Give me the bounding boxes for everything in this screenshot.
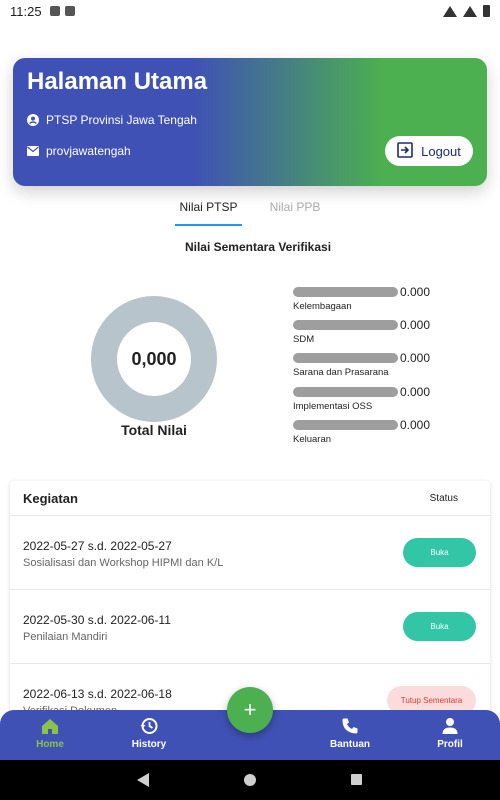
home-circle-icon[interactable] [244, 774, 256, 786]
tab-nilai-ppb[interactable]: Nilai PPB [262, 196, 328, 226]
org-name: PTSP Provinsi Jawa Tengah [46, 113, 197, 127]
metric-bar [293, 420, 398, 430]
username: provjawatengah [46, 144, 131, 158]
logout-label: Logout [421, 143, 461, 159]
history-icon [140, 718, 158, 734]
notification-icon [49, 6, 60, 16]
metric-label: Sarana dan Prasarana [293, 367, 389, 378]
metric-keluaran: 0.000 Keluaran [293, 418, 453, 445]
metric-value: 0.000 [400, 351, 431, 365]
status-column-header: Status [429, 492, 458, 504]
nav-label: Bantuan [330, 739, 370, 750]
system-nav-bar [0, 760, 500, 800]
activity-row[interactable]: 2022-05-27 s.d. 2022-05-27 Sosialisasi d… [10, 516, 490, 590]
wifi-icon [443, 5, 457, 17]
battery-icon [483, 5, 490, 17]
nav-item-home[interactable]: Home [15, 717, 85, 750]
metric-bar [293, 387, 398, 397]
status-badge[interactable]: Buka [403, 538, 476, 567]
metric-value: 0.000 [400, 318, 431, 332]
metric-kelembagaan: 0.000 Kelembagaan [293, 285, 453, 312]
nav-item-bantuan[interactable]: Bantuan [315, 717, 385, 750]
metric-bar [293, 353, 398, 363]
metric-sdm: 0.000 SDM [293, 318, 453, 345]
activities-title: Kegiatan [23, 490, 78, 506]
status-bar: 11:25 [0, 0, 500, 22]
activities-card: Kegiatan Status 2022-05-27 s.d. 2022-05-… [10, 481, 490, 713]
metric-label: Kelembagaan [293, 301, 352, 312]
metric-value: 0.000 [400, 385, 431, 399]
metric-label: Keluaran [293, 434, 332, 445]
section-title: Nilai Sementara Verifikasi [184, 240, 332, 254]
score-tabs: Nilai PTSP Nilai PPB [0, 196, 500, 226]
account-circle-icon [27, 114, 39, 126]
nav-label: History [131, 739, 167, 750]
status-badge[interactable]: Buka [403, 612, 476, 641]
metric-bar [293, 287, 398, 297]
activities-header: Kegiatan Status [10, 481, 490, 516]
add-button[interactable]: + [227, 687, 273, 733]
sd-card-icon [64, 6, 75, 16]
header-card: Halaman Utama PTSP Provinsi Jawa Tengah … [13, 58, 487, 186]
person-icon [442, 718, 458, 734]
nav-label: Profil [437, 739, 463, 750]
org-row: PTSP Provinsi Jawa Tengah [27, 113, 197, 127]
mail-icon [27, 145, 39, 157]
metric-label: Implementasi OSS [293, 401, 373, 412]
metric-sarana-prasarana: 0.000 Sarana dan Prasarana [293, 351, 453, 378]
back-icon[interactable] [137, 773, 149, 787]
metric-label: SDM [293, 334, 315, 345]
page-title: Halaman Utama [27, 68, 208, 95]
logout-icon [397, 141, 413, 161]
tab-nilai-ptsp[interactable]: Nilai PTSP [175, 196, 242, 226]
metric-value: 0.000 [400, 285, 431, 299]
status-badge[interactable]: Tutup Sementara [387, 686, 476, 713]
home-icon [42, 719, 58, 734]
activity-row[interactable]: 2022-05-30 s.d. 2022-06-11 Penilaian Man… [10, 590, 490, 664]
metric-value: 0.000 [400, 418, 431, 432]
nav-label: Home [36, 739, 64, 750]
status-time: 11:25 [10, 3, 42, 19]
logout-button[interactable]: Logout [385, 136, 473, 166]
metric-bar [293, 320, 398, 330]
metric-implementasi-oss: 0.000 Implementasi OSS [293, 385, 453, 412]
total-score-label: Total Nilai [121, 422, 187, 438]
nav-item-profil[interactable]: Profil [415, 717, 485, 750]
total-score-value: 0,000 [117, 322, 191, 396]
nav-item-history[interactable]: History [114, 717, 184, 750]
username-row: provjawatengah [27, 144, 131, 158]
signal-icon [463, 5, 477, 17]
phone-icon [342, 718, 358, 734]
recent-apps-icon[interactable] [351, 774, 362, 785]
total-score-donut: 0,000 [91, 296, 217, 422]
